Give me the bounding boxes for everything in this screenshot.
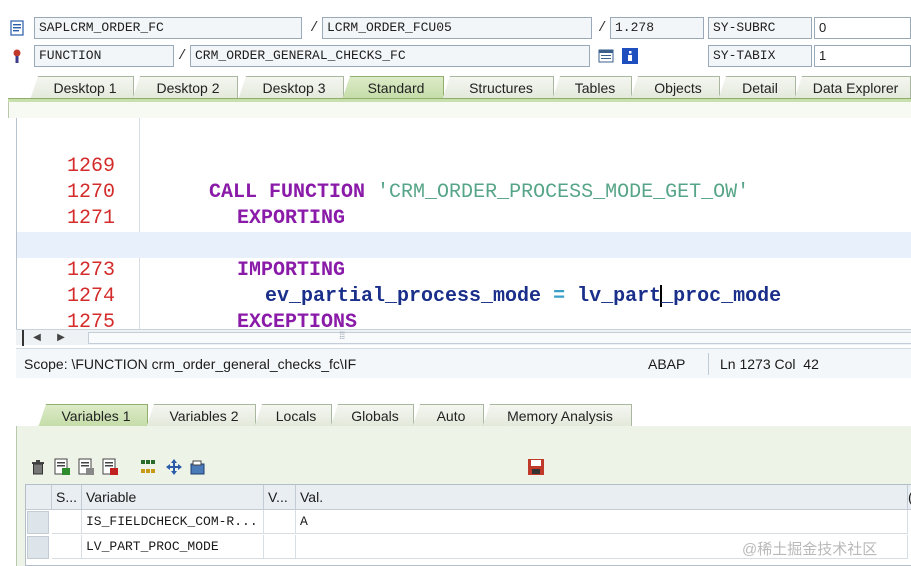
type-field[interactable]: FUNCTION (34, 45, 174, 67)
program-field[interactable]: SAPLCRM_ORDER_FC (34, 17, 302, 39)
navigate-icon[interactable] (165, 458, 183, 476)
display-gray-icon[interactable] (77, 458, 95, 476)
separator: / (598, 20, 607, 36)
code-line-current[interactable]: 1273 ev_partial_process_mode = lv_part_p… (17, 232, 911, 308)
function-icon (13, 49, 21, 63)
sysfield-label[interactable]: SY-TABIX (708, 45, 812, 67)
table-display-icon[interactable] (598, 48, 614, 64)
cursor-position: Ln 1273 Col 42 (720, 356, 819, 372)
editor-frame (8, 102, 911, 118)
program-icon (10, 20, 24, 36)
line-number-field[interactable]: 1.278 (610, 17, 704, 39)
tab-objects[interactable]: Objects (630, 76, 720, 100)
code-line[interactable]: 1274 EXCEPTIONS (17, 258, 911, 332)
table-cell-status (52, 510, 82, 534)
scroll-left-icon[interactable]: ◀ (30, 331, 44, 345)
language-text: ABAP (648, 356, 686, 372)
code-line[interactable]: 1275 OTHERS = 0. (17, 284, 911, 332)
tab-variables-2[interactable]: Variables 2 (146, 404, 256, 428)
scroll-thumb[interactable]: ⁞⁞⁞ (88, 331, 911, 344)
save-icon[interactable] (527, 458, 545, 476)
hierarchy-icon[interactable] (139, 458, 157, 476)
table-cell-variable[interactable]: IS_FIELDCHECK_COM-R... (82, 510, 264, 534)
export-icon[interactable] (189, 458, 207, 476)
tab-detail[interactable]: Detail (718, 76, 796, 100)
sysfield-label[interactable]: SY-SUBRC (708, 17, 812, 39)
display-green-icon[interactable] (53, 458, 71, 476)
status-divider (708, 353, 709, 375)
header-row-function: FUNCTION / CRM_ORDER_GENERAL_CHECKS_FC S… (0, 42, 911, 68)
tab-standard[interactable]: Standard (342, 76, 444, 100)
row-selector[interactable] (27, 536, 49, 559)
tab-desktop-3[interactable]: Desktop 3 (238, 76, 344, 100)
header-row-program: SAPLCRM_ORDER_FC / LCRM_ORDER_FCU05 / 1.… (0, 14, 911, 40)
sysfield-value[interactable]: 1 (814, 45, 911, 67)
editor-horizontal-scrollbar[interactable]: ◀ ▶ ⁞⁞⁞ (16, 329, 911, 346)
column-header-status[interactable]: S... (52, 485, 82, 510)
code-line[interactable]: 1272 IMPORTING (17, 206, 911, 282)
tab-tables[interactable]: Tables (552, 76, 632, 100)
column-selector-header (26, 485, 52, 510)
info-icon[interactable] (622, 48, 638, 64)
separator: / (310, 20, 319, 36)
table-cell-v (264, 510, 296, 534)
column-header-value[interactable]: Val. (296, 485, 908, 510)
sysfield-value[interactable]: 0 (814, 17, 911, 39)
tab-variables-1[interactable]: Variables 1 (38, 404, 148, 428)
status-bar: Scope: \FUNCTION crm_order_general_check… (16, 348, 911, 378)
row-selector[interactable] (27, 511, 49, 534)
tab-structures[interactable]: Structures (442, 76, 554, 100)
scroll-right-icon[interactable]: ▶ (54, 331, 68, 345)
code-line[interactable]: 1271 iv_header_guid = lv_header_guid (17, 180, 911, 256)
tab-globals[interactable]: Globals (330, 404, 414, 428)
column-header-variable[interactable]: Variable (82, 485, 264, 510)
code-line[interactable]: 1269 CALL FUNCTION 'CRM_ORDER_PROCESS_MO… (17, 128, 911, 204)
include-field[interactable]: LCRM_ORDER_FCU05 (322, 17, 592, 39)
scroll-start-marker (16, 330, 24, 346)
table-cell-v (264, 535, 296, 559)
scope-text: Scope: \FUNCTION crm_order_general_check… (24, 356, 357, 372)
grip-icon: ⁞⁞⁞ (339, 331, 345, 342)
delete-icon[interactable] (29, 458, 47, 476)
tab-desktop-2[interactable]: Desktop 2 (132, 76, 238, 100)
display-red-icon[interactable] (101, 458, 119, 476)
tab-memory-analysis[interactable]: Memory Analysis (482, 404, 632, 428)
separator: / (178, 48, 187, 64)
tab-auto[interactable]: Auto (412, 404, 484, 428)
table-cell-value[interactable]: A (296, 510, 908, 534)
table-cell-status (52, 535, 82, 559)
tab-desktop-1[interactable]: Desktop 1 (30, 76, 134, 100)
code-editor[interactable]: 1269 CALL FUNCTION 'CRM_ORDER_PROCESS_MO… (16, 118, 911, 332)
tab-data-explorer[interactable]: Data Explorer (794, 76, 911, 100)
watermark: @稀土掘金技术社区 (742, 541, 878, 558)
table-cell-variable[interactable]: LV_PART_PROC_MODE (82, 535, 264, 559)
tab-locals[interactable]: Locals (254, 404, 332, 428)
column-header-v[interactable]: V... (264, 485, 296, 510)
code-line[interactable]: 1270 EXPORTING (17, 154, 911, 230)
function-name-field[interactable]: CRM_ORDER_GENERAL_CHECKS_FC (190, 45, 590, 67)
